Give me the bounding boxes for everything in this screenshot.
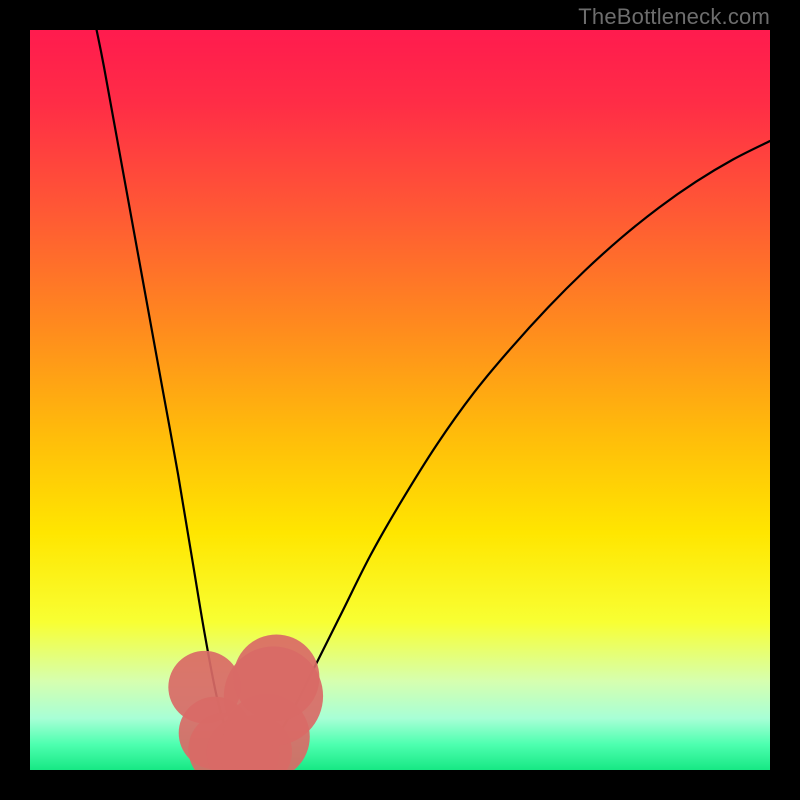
data-marker	[233, 635, 319, 721]
plot-area	[30, 30, 770, 770]
gradient-background	[30, 30, 770, 770]
watermark-text: TheBottleneck.com	[578, 4, 770, 30]
outer-frame: TheBottleneck.com	[0, 0, 800, 800]
marker-group	[168, 635, 323, 770]
chart-svg	[30, 30, 770, 770]
